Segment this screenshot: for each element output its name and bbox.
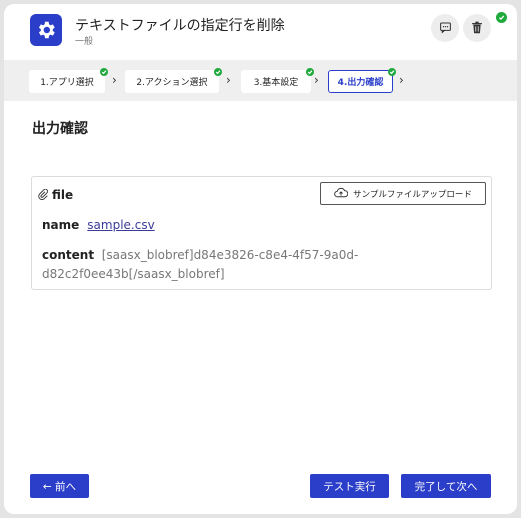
section-title: 出力確認 (32, 121, 88, 137)
content-key: content (42, 248, 95, 262)
step-output-confirm[interactable]: 4.出力確認 (328, 68, 396, 93)
chevron-right-icon: › (314, 73, 319, 87)
chevron-right-icon: › (112, 73, 117, 87)
step-action-select[interactable]: 2.アクション選択 (125, 68, 222, 93)
chevron-right-icon: › (399, 73, 404, 87)
paperclip-icon (38, 185, 48, 204)
cloud-upload-icon (334, 187, 349, 201)
step-app-select[interactable]: 1.アプリ選択 (29, 68, 108, 93)
comment-button[interactable] (431, 14, 459, 42)
complete-next-button[interactable]: 完了して次へ (401, 474, 491, 498)
step-label: 3.基本設定 (253, 78, 299, 88)
file-name-row: name sample.csv (42, 218, 155, 232)
comment-icon (439, 19, 452, 38)
check-icon (100, 68, 108, 76)
step-basic-settings[interactable]: 3.基本設定 (241, 68, 314, 93)
stepper: 1.アプリ選択 › 2.アクション選択 › 3.基本設定 › 4.出力確認 › (4, 60, 517, 101)
page-title: テキストファイルの指定行を削除 (75, 18, 285, 34)
gear-icon (30, 14, 62, 46)
file-header: file (38, 185, 73, 204)
step-label: 4.出力確認 (337, 78, 384, 88)
test-run-button[interactable]: テスト実行 (310, 474, 389, 498)
back-button[interactable]: ← 前へ (30, 474, 89, 498)
step-label: 2.アクション選択 (136, 78, 208, 88)
page-subtitle: 一般 (75, 37, 94, 47)
trash-icon (471, 19, 483, 38)
upload-sample-file-button[interactable]: サンプルファイルアップロード (320, 182, 486, 205)
check-icon (388, 68, 396, 76)
upload-button-label: サンプルファイルアップロード (353, 189, 472, 200)
check-icon (214, 68, 222, 76)
file-card: file サンプルファイルアップロード name sample.csv cont… (31, 176, 492, 290)
file-content-row: content [saasx_blobref]d84e3826-c8e4-4f5… (42, 246, 482, 284)
header: テキストファイルの指定行を削除 一般 (4, 4, 517, 56)
chevron-right-icon: › (226, 73, 231, 87)
check-icon (496, 12, 507, 23)
step-label: 1.アプリ選択 (40, 78, 94, 88)
name-key: name (42, 218, 80, 232)
app-window: テキストファイルの指定行を削除 一般 1.アプリ選択 › 2.アクション選択 ›… (4, 4, 517, 514)
file-name-link[interactable]: sample.csv (87, 218, 154, 232)
file-label: file (52, 187, 74, 202)
delete-button[interactable] (463, 14, 491, 42)
check-icon (306, 68, 314, 76)
